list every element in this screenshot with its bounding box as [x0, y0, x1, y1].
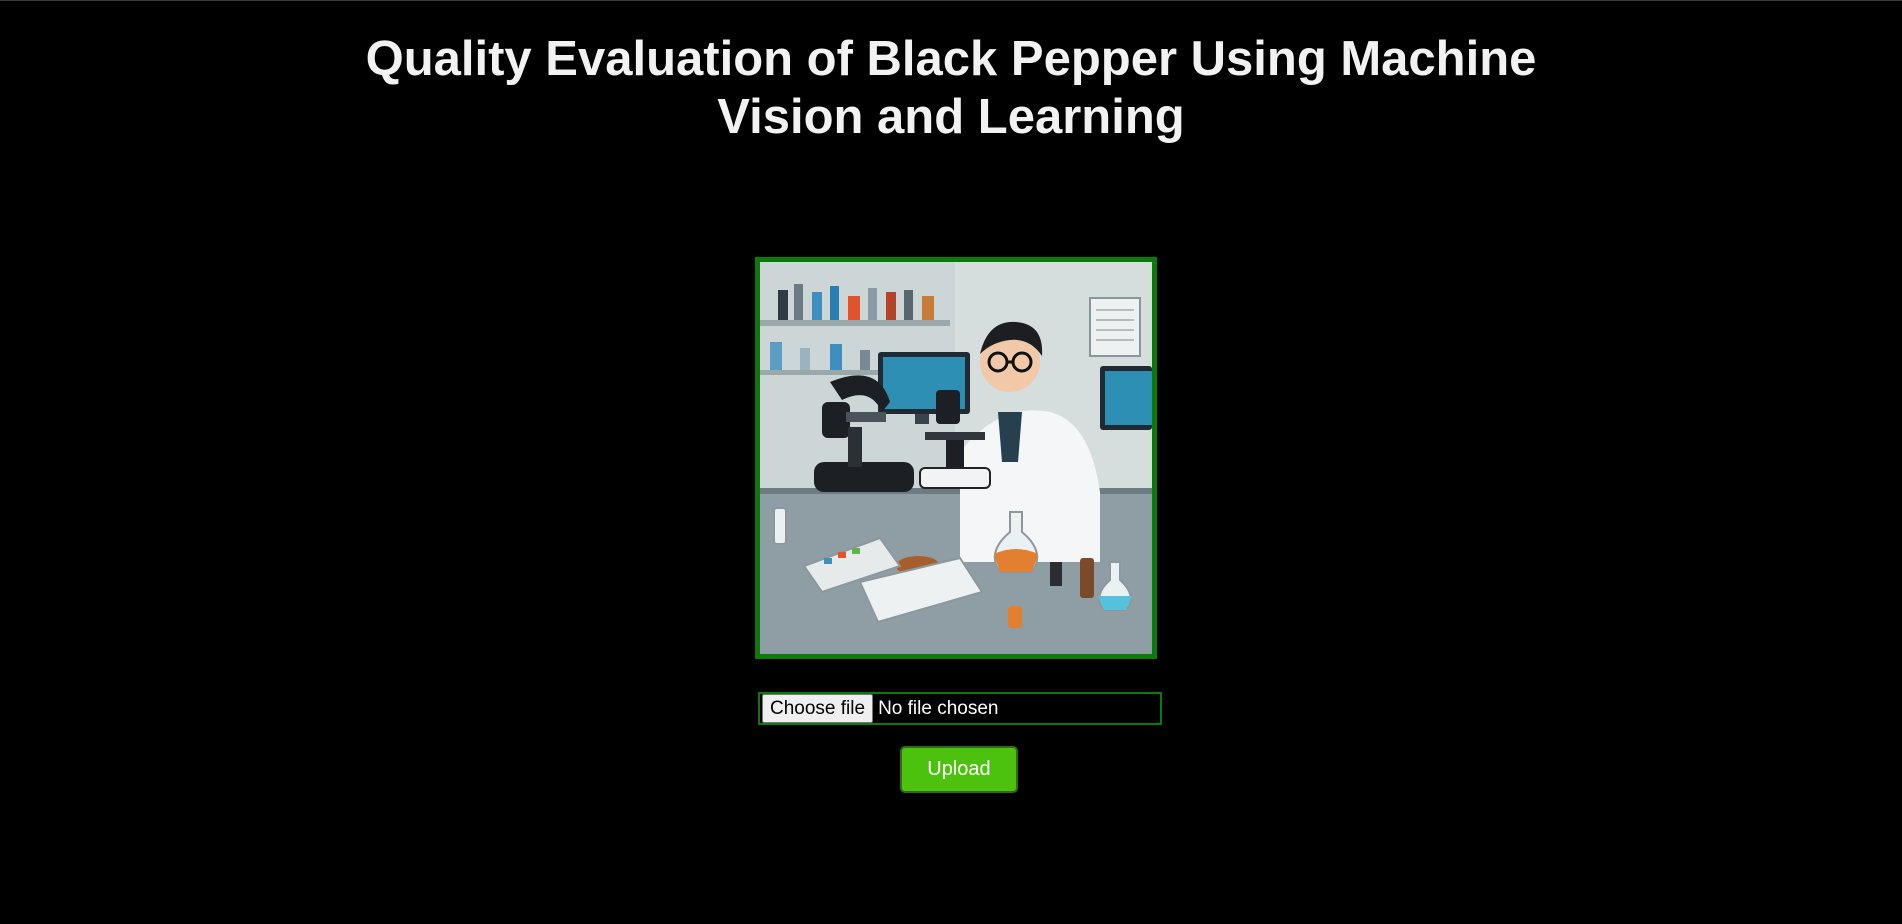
- choose-file-button[interactable]: Choose file: [762, 694, 874, 723]
- top-border-line: [0, 0, 1902, 1]
- upload-button[interactable]: Upload: [900, 746, 1018, 793]
- file-status-text: No file chosen: [878, 697, 999, 719]
- file-input[interactable]: Choose file No file chosen: [758, 692, 1162, 725]
- hero-illustration: [755, 257, 1157, 659]
- lab-scientist-illustration: [760, 262, 1152, 654]
- page-title: Quality Evaluation of Black Pepper Using…: [365, 32, 1537, 144]
